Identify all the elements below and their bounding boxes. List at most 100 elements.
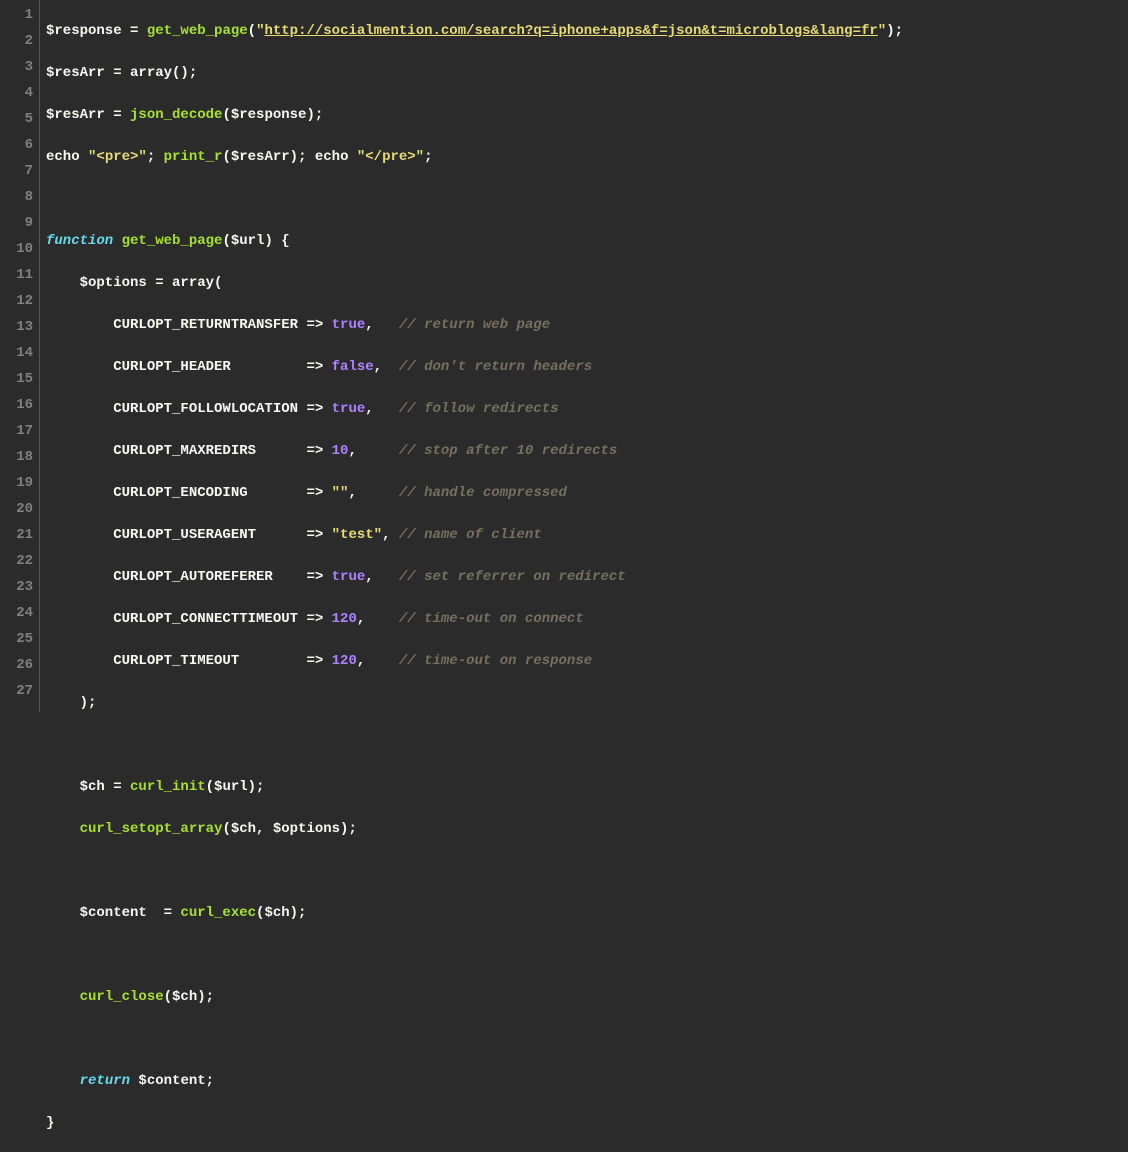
code-text: ($ch); bbox=[256, 905, 306, 921]
code-text: , bbox=[357, 653, 399, 669]
boolean-literal: true bbox=[332, 317, 366, 333]
code-text: ; bbox=[147, 149, 164, 165]
code-text bbox=[46, 821, 80, 837]
code-line: CURLOPT_FOLLOWLOCATION => true, // follo… bbox=[46, 396, 1128, 422]
code-line: CURLOPT_USERAGENT => "test", // name of … bbox=[46, 522, 1128, 548]
string-quote: " bbox=[878, 23, 886, 39]
line-number: 19 bbox=[4, 470, 33, 496]
code-text: CURLOPT_RETURNTRANSFER => bbox=[46, 317, 332, 333]
code-text: ($url); bbox=[206, 779, 265, 795]
line-number: 5 bbox=[4, 106, 33, 132]
comment: // return web page bbox=[399, 317, 550, 333]
code-line bbox=[46, 942, 1128, 968]
line-number: 18 bbox=[4, 444, 33, 470]
code-line bbox=[46, 1026, 1128, 1052]
code-line: echo "<pre>"; print_r($resArr); echo "</… bbox=[46, 144, 1128, 170]
comment: // time-out on response bbox=[399, 653, 592, 669]
code-text: ($ch, $options); bbox=[222, 821, 356, 837]
code-text bbox=[46, 989, 80, 1005]
line-number: 4 bbox=[4, 80, 33, 106]
code-line bbox=[46, 732, 1128, 758]
code-line: } bbox=[46, 1110, 1128, 1136]
number-literal: 10 bbox=[332, 443, 349, 459]
line-number: 12 bbox=[4, 288, 33, 314]
code-text: CURLOPT_CONNECTTIMEOUT => bbox=[46, 611, 332, 627]
code-text: , bbox=[365, 569, 399, 585]
code-text: $options = array( bbox=[46, 275, 222, 291]
code-line: curl_setopt_array($ch, $options); bbox=[46, 816, 1128, 842]
code-line: CURLOPT_AUTOREFERER => true, // set refe… bbox=[46, 564, 1128, 590]
code-text: ($ch); bbox=[164, 989, 214, 1005]
code-text: ($url) { bbox=[222, 233, 289, 249]
line-number: 15 bbox=[4, 366, 33, 392]
code-text: $ch = bbox=[46, 779, 130, 795]
code-line: CURLOPT_TIMEOUT => 120, // time-out on r… bbox=[46, 648, 1128, 674]
code-text: ); bbox=[46, 695, 96, 711]
code-line bbox=[46, 186, 1128, 212]
code-line: CURLOPT_RETURNTRANSFER => true, // retur… bbox=[46, 312, 1128, 338]
comment: // handle compressed bbox=[399, 485, 567, 501]
comment: // don't return headers bbox=[399, 359, 592, 375]
line-number: 14 bbox=[4, 340, 33, 366]
code-line: $content = curl_exec($ch); bbox=[46, 900, 1128, 926]
code-line: ); bbox=[46, 690, 1128, 716]
line-number: 27 bbox=[4, 678, 33, 704]
number-literal: 120 bbox=[332, 611, 357, 627]
code-line: function get_web_page($url) { bbox=[46, 228, 1128, 254]
code-text: , bbox=[365, 317, 399, 333]
code-text: $resArr = array(); bbox=[46, 65, 197, 81]
function-name: get_web_page bbox=[122, 233, 223, 249]
code-text: ( bbox=[248, 23, 256, 39]
string-literal: "<pre>" bbox=[88, 149, 147, 165]
comment: // name of client bbox=[399, 527, 542, 543]
function-call: get_web_page bbox=[147, 23, 248, 39]
code-line bbox=[46, 858, 1128, 884]
line-number: 10 bbox=[4, 236, 33, 262]
code-text: , bbox=[374, 359, 399, 375]
code-text: , bbox=[348, 443, 398, 459]
code-line: CURLOPT_MAXREDIRS => 10, // stop after 1… bbox=[46, 438, 1128, 464]
code-line: $options = array( bbox=[46, 270, 1128, 296]
code-text: CURLOPT_ENCODING => bbox=[46, 485, 332, 501]
comment: // stop after 10 redirects bbox=[399, 443, 617, 459]
boolean-literal: false bbox=[332, 359, 374, 375]
function-call: curl_exec bbox=[180, 905, 256, 921]
function-call: json_decode bbox=[130, 107, 222, 123]
code-text: $content; bbox=[130, 1073, 214, 1089]
line-number: 8 bbox=[4, 184, 33, 210]
line-number: 6 bbox=[4, 132, 33, 158]
line-number: 9 bbox=[4, 210, 33, 236]
code-text: CURLOPT_HEADER => bbox=[46, 359, 332, 375]
code-line: $resArr = json_decode($response); bbox=[46, 102, 1128, 128]
line-number: 20 bbox=[4, 496, 33, 522]
line-number: 23 bbox=[4, 574, 33, 600]
string-literal: "test" bbox=[332, 527, 382, 543]
function-call: curl_init bbox=[130, 779, 206, 795]
code-text: $resArr = bbox=[46, 107, 130, 123]
code-text: , bbox=[357, 611, 399, 627]
line-number: 7 bbox=[4, 158, 33, 184]
url-string: http://socialmention.com/search?q=iphone… bbox=[264, 23, 877, 39]
code-text: , bbox=[382, 527, 399, 543]
keyword: function bbox=[46, 233, 113, 249]
boolean-literal: true bbox=[332, 569, 366, 585]
line-number: 2 bbox=[4, 28, 33, 54]
line-number: 1 bbox=[4, 2, 33, 28]
code-editor[interactable]: $response = get_web_page("http://socialm… bbox=[40, 0, 1128, 712]
line-number: 26 bbox=[4, 652, 33, 678]
line-number: 13 bbox=[4, 314, 33, 340]
comment: // time-out on connect bbox=[399, 611, 584, 627]
function-call: curl_close bbox=[80, 989, 164, 1005]
comment: // follow redirects bbox=[399, 401, 559, 417]
code-text: CURLOPT_MAXREDIRS => bbox=[46, 443, 332, 459]
line-number: 17 bbox=[4, 418, 33, 444]
code-text: , bbox=[365, 401, 399, 417]
code-line: $ch = curl_init($url); bbox=[46, 774, 1128, 800]
string-literal: "</pre>" bbox=[357, 149, 424, 165]
code-line: $resArr = array(); bbox=[46, 60, 1128, 86]
code-text: CURLOPT_AUTOREFERER => bbox=[46, 569, 332, 585]
code-text: , bbox=[348, 485, 398, 501]
code-text: ($response); bbox=[222, 107, 323, 123]
code-text: CURLOPT_FOLLOWLOCATION => bbox=[46, 401, 332, 417]
keyword: return bbox=[80, 1073, 130, 1089]
